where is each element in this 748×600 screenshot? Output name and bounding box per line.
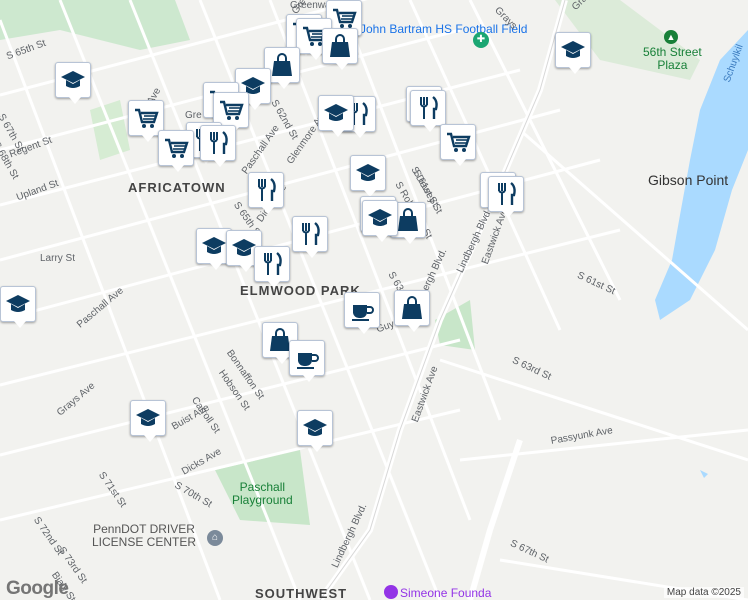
google-logo: Google bbox=[6, 578, 69, 599]
park-marker-icon: ▲ bbox=[664, 30, 678, 44]
school-pin[interactable] bbox=[362, 200, 398, 242]
place-label[interactable]: PennDOT DRIVER LICENSE CENTER bbox=[92, 523, 196, 549]
school-icon bbox=[560, 37, 586, 63]
school-icon bbox=[367, 205, 393, 231]
school-pin[interactable] bbox=[130, 400, 166, 442]
school-icon bbox=[5, 291, 31, 317]
restaurant-pin[interactable] bbox=[410, 90, 446, 132]
shopping-cart-icon bbox=[133, 105, 159, 131]
street-label: Larry St bbox=[40, 253, 76, 264]
restaurant-icon bbox=[493, 181, 519, 207]
cafe-pin[interactable] bbox=[289, 340, 325, 382]
school-icon bbox=[135, 405, 161, 431]
school-pin[interactable] bbox=[555, 32, 591, 74]
cafe-icon bbox=[294, 345, 320, 371]
restaurant-icon bbox=[297, 221, 323, 247]
school-icon bbox=[323, 100, 349, 126]
place-label-line: Playground bbox=[232, 493, 293, 507]
restaurant-pin[interactable] bbox=[254, 246, 290, 288]
restaurant-pin[interactable] bbox=[200, 125, 236, 167]
shopping-cart-icon bbox=[445, 129, 471, 155]
school-icon bbox=[355, 160, 381, 186]
area-label: SOUTHWEST bbox=[255, 586, 348, 600]
shopping-bag-pin[interactable] bbox=[394, 290, 430, 332]
school-pin[interactable] bbox=[297, 410, 333, 452]
map-attribution[interactable]: Map data ©2025 bbox=[663, 587, 744, 598]
museum-marker-icon bbox=[384, 585, 398, 599]
shopping-bag-pin[interactable] bbox=[322, 28, 358, 70]
cafe-pin[interactable] bbox=[344, 292, 380, 334]
restaurant-pin[interactable] bbox=[488, 176, 524, 218]
place-label[interactable]: 56th Street Plaza bbox=[643, 46, 702, 72]
place-label-line: LICENSE CENTER bbox=[92, 535, 197, 549]
restaurant-pin[interactable] bbox=[292, 216, 328, 258]
place-marker-icon: ✚ bbox=[473, 32, 489, 48]
school-pin[interactable] bbox=[318, 95, 354, 137]
cafe-icon bbox=[349, 297, 375, 323]
restaurant-icon bbox=[253, 177, 279, 203]
place-label[interactable]: John Bartram HS Football Field bbox=[360, 23, 527, 36]
school-icon bbox=[60, 67, 86, 93]
school-pin[interactable] bbox=[55, 62, 91, 104]
shopping-cart-icon bbox=[163, 135, 189, 161]
place-label[interactable]: Simeone Founda bbox=[400, 587, 491, 600]
shopping-cart-icon bbox=[218, 97, 244, 123]
government-marker-icon: ⌂ bbox=[207, 530, 223, 546]
school-icon bbox=[201, 233, 227, 259]
school-icon bbox=[302, 415, 328, 441]
shopping-bag-icon bbox=[269, 52, 295, 78]
shopping-bag-icon bbox=[327, 33, 353, 59]
shopping-cart-pin[interactable] bbox=[158, 130, 194, 172]
street-label: Gre bbox=[185, 110, 202, 121]
place-label-line: Plaza bbox=[657, 58, 688, 72]
place-label[interactable]: Paschall Playground bbox=[232, 481, 293, 507]
park-area bbox=[90, 100, 130, 160]
shopping-cart-pin[interactable] bbox=[440, 124, 476, 166]
shopping-bag-icon bbox=[399, 295, 425, 321]
school-pin[interactable] bbox=[0, 286, 36, 328]
school-pin[interactable] bbox=[350, 155, 386, 197]
area-label: ELMWOOD PARK bbox=[240, 283, 361, 298]
place-label: Gibson Point bbox=[648, 172, 729, 188]
restaurant-icon bbox=[259, 251, 285, 277]
restaurant-icon bbox=[415, 95, 441, 121]
shopping-bag-icon bbox=[395, 207, 421, 233]
area-label: AFRICATOWN bbox=[128, 180, 226, 195]
restaurant-pin[interactable] bbox=[248, 172, 284, 214]
map-view[interactable]: AFRICATOWN ELMWOOD PARK SOUTHWEST John B… bbox=[0, 0, 748, 600]
restaurant-icon bbox=[205, 130, 231, 156]
